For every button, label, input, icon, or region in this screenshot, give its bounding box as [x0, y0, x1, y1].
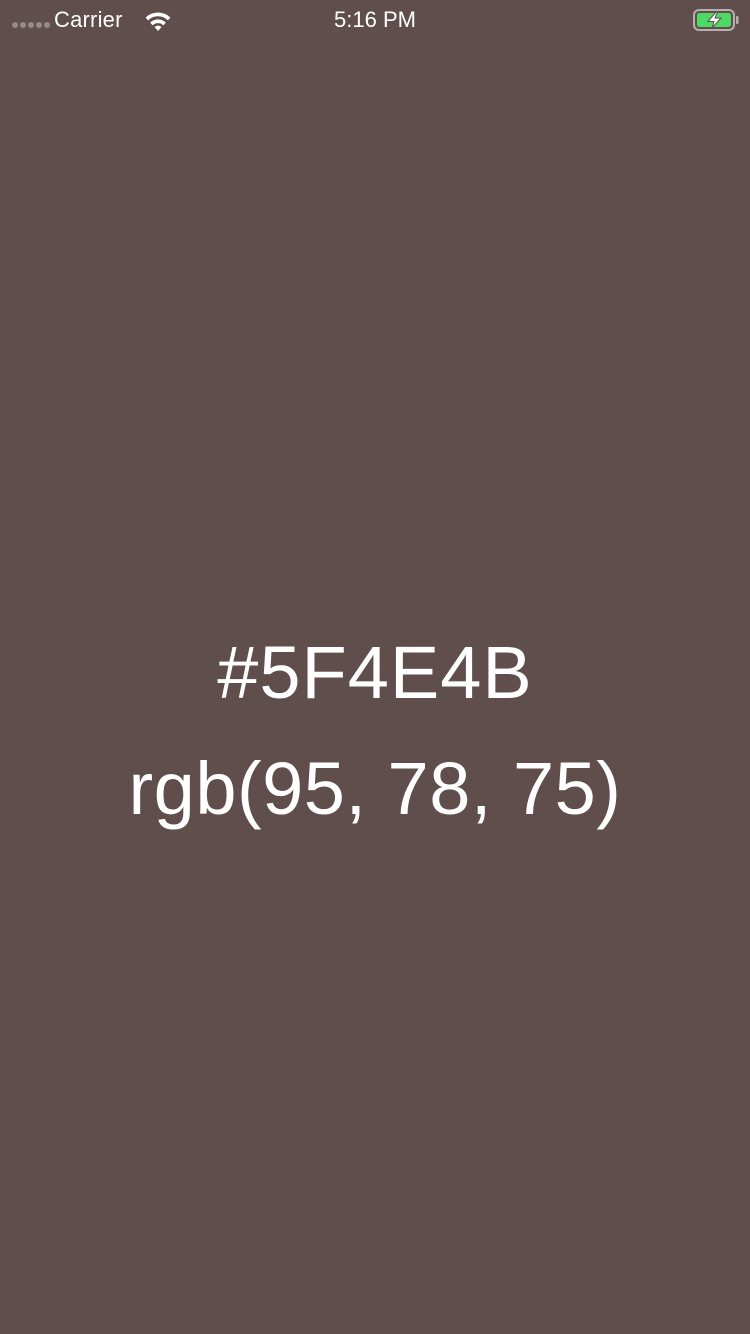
color-screen[interactable]: Carrier 5:16 PM #5F4E4B rgb(95, 78, 75) [0, 0, 750, 1334]
battery-charging-icon [693, 9, 739, 31]
rgb-value: rgb(95, 78, 75) [128, 747, 622, 830]
status-time: 5:16 PM [334, 7, 416, 32]
color-info: #5F4E4B rgb(95, 78, 75) [0, 630, 750, 832]
status-bar: Carrier 5:16 PM [0, 0, 750, 40]
hex-value: #5F4E4B [217, 631, 533, 714]
